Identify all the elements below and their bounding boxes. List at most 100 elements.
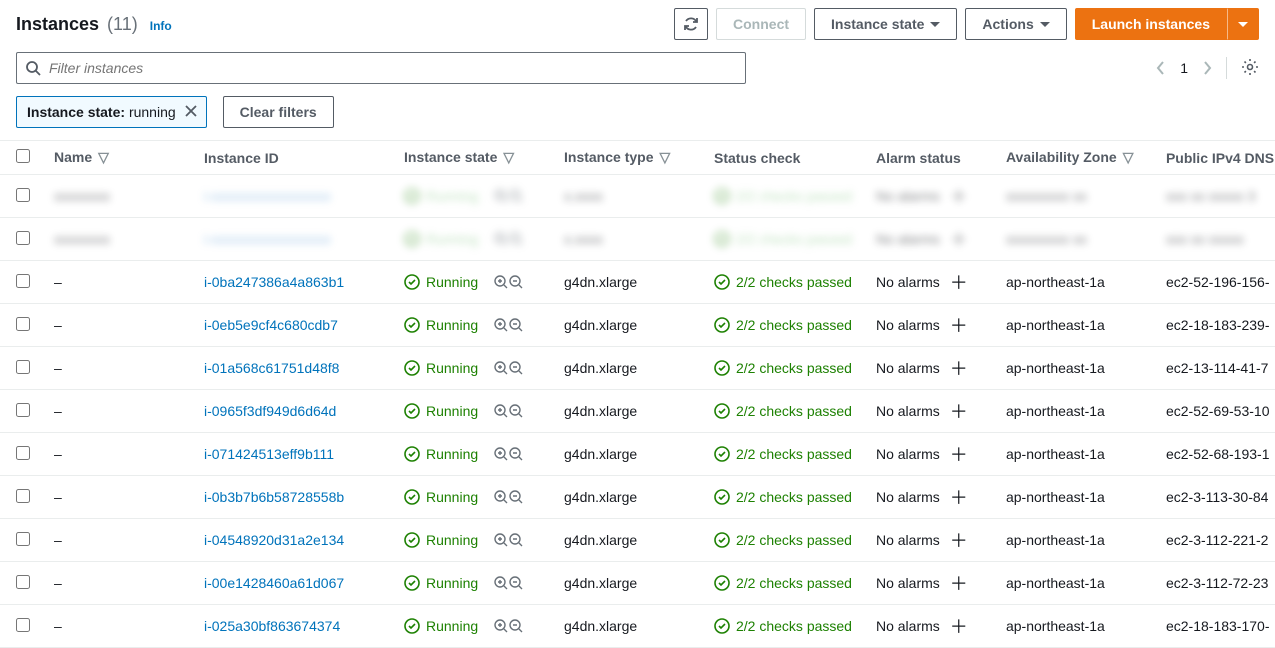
table-row[interactable]: –i-0b3b7b6b58728558bRunningg4dn.xlarge2/… [0,476,1275,519]
remove-filter-button[interactable] [184,104,198,121]
clear-filters-button[interactable]: Clear filters [223,96,334,128]
state-details-icon[interactable] [494,446,524,462]
table-row[interactable]: –i-025a30bf863674374Runningg4dn.xlarge2/… [0,605,1275,648]
state-details-icon[interactable] [494,575,524,591]
status-text: 2/2 checks passed [736,489,852,505]
state-details-icon[interactable] [494,618,524,634]
table-row[interactable]: –i-0965f3df949d6d64dRunningg4dn.xlarge2/… [0,390,1275,433]
settings-button[interactable] [1241,58,1259,79]
state-details-icon[interactable] [494,317,524,333]
table-row[interactable]: –i-0ba247386a4a863b1Runningg4dn.xlarge2/… [0,261,1275,304]
status-check-cell: 2/2 checks passed [714,403,852,419]
search-box[interactable] [16,52,746,84]
add-alarm-button[interactable]: ＋ [950,527,968,553]
add-alarm-button[interactable]: ＋ [950,226,968,252]
instance-id-link[interactable]: i-xxxxxxxxxxxxxxxxx [204,231,331,247]
launch-split-button: Launch instances [1075,8,1259,40]
row-checkbox[interactable] [16,188,30,202]
row-checkbox[interactable] [16,575,30,589]
column-alarm-status[interactable]: Alarm status [864,141,994,175]
add-alarm-button[interactable]: ＋ [950,613,968,639]
status-check-cell: 2/2 checks passed [714,618,852,634]
instance-id-link[interactable]: i-071424513eff9b111 [204,446,334,462]
instance-id-link[interactable]: i-0b3b7b6b58728558b [204,489,344,505]
column-public-dns[interactable]: Public IPv4 DNS [1154,141,1275,175]
row-checkbox[interactable] [16,446,30,460]
info-link[interactable]: Info [150,19,172,33]
refresh-button[interactable] [674,8,708,40]
launch-instances-button[interactable]: Launch instances [1075,8,1227,40]
add-alarm-button[interactable]: ＋ [950,570,968,596]
search-input[interactable] [49,60,737,76]
instances-table-wrapper[interactable]: Name▽ Instance ID Instance state▽ Instan… [0,140,1275,648]
state-details-icon[interactable] [494,274,524,290]
alarm-text: No alarms [876,575,940,591]
row-checkbox[interactable] [16,274,30,288]
public-dns: ec2-52-68-193-1 [1166,446,1270,462]
chevron-right-icon [1202,60,1212,76]
state-text: Running [426,489,478,505]
instance-state-dropdown[interactable]: Instance state [814,8,957,40]
column-instance-id[interactable]: Instance ID [192,141,392,175]
add-alarm-button[interactable]: ＋ [950,269,968,295]
table-row[interactable]: –i-071424513eff9b111Runningg4dn.xlarge2/… [0,433,1275,476]
table-row[interactable]: –i-01a568c61751d48f8Runningg4dn.xlarge2/… [0,347,1275,390]
add-alarm-button[interactable]: ＋ [950,398,968,424]
instance-id-link[interactable]: i-0eb5e9cf4c680cdb7 [204,317,338,333]
instance-id-link[interactable]: i-01a568c61751d48f8 [204,360,339,376]
launch-instances-dropdown[interactable] [1227,8,1259,40]
select-all-checkbox[interactable] [16,149,30,163]
next-page-button[interactable] [1202,60,1212,76]
status-check-cell: 2/2 checks passed [714,360,852,376]
instance-id-link[interactable]: i-025a30bf863674374 [204,618,340,634]
instance-id-link[interactable]: i-0ba247386a4a863b1 [204,274,344,290]
add-alarm-button[interactable]: ＋ [950,441,968,467]
sort-icon: ▽ [659,149,670,166]
status-check-cell: 2/2 checks passed [714,489,852,505]
instance-state-cell: Running [404,575,540,591]
row-checkbox[interactable] [16,231,30,245]
table-row[interactable]: xxxxxxxxi-xxxxxxxxxxxxxxxxxRunningx.xxxx… [0,218,1275,261]
column-instance-type[interactable]: Instance type▽ [552,141,702,175]
instance-id-link[interactable]: i-0965f3df949d6d64d [204,403,336,419]
column-instance-state[interactable]: Instance state▽ [392,141,552,175]
status-text: 2/2 checks passed [736,618,852,634]
status-check-cell: 2/2 checks passed [714,317,852,333]
instance-id-link[interactable]: i-00e1428460a61d067 [204,575,344,591]
column-status-check[interactable]: Status check [702,141,864,175]
row-checkbox[interactable] [16,403,30,417]
row-checkbox[interactable] [16,618,30,632]
instance-id-link[interactable]: i-04548920d31a2e134 [204,532,344,548]
state-details-icon[interactable] [494,403,524,419]
state-details-icon[interactable] [494,489,524,505]
status-text: 2/2 checks passed [736,575,852,591]
table-header-row: Name▽ Instance ID Instance state▽ Instan… [0,141,1275,175]
table-row[interactable]: –i-0eb5e9cf4c680cdb7Runningg4dn.xlarge2/… [0,304,1275,347]
state-details-icon[interactable] [494,188,524,204]
sort-icon: ▽ [1123,149,1134,166]
add-alarm-button[interactable]: ＋ [950,312,968,338]
availability-zone: xxxxxxxxx xx [1006,231,1087,247]
row-checkbox[interactable] [16,489,30,503]
row-checkbox[interactable] [16,317,30,331]
prev-page-button[interactable] [1156,60,1166,76]
add-alarm-button[interactable]: ＋ [950,183,968,209]
table-row[interactable]: xxxxxxxxi-xxxxxxxxxxxxxxxxxRunningx.xxxx… [0,175,1275,218]
state-details-icon[interactable] [494,360,524,376]
instance-type: x.xxxx [564,188,603,204]
instance-id-link[interactable]: i-xxxxxxxxxxxxxxxxx [204,188,331,204]
column-name[interactable]: Name▽ [42,141,192,175]
column-availability-zone[interactable]: Availability Zone▽ [994,141,1154,175]
table-row[interactable]: –i-00e1428460a61d067Runningg4dn.xlarge2/… [0,562,1275,605]
row-checkbox[interactable] [16,532,30,546]
actions-dropdown[interactable]: Actions [965,8,1066,40]
state-details-icon[interactable] [494,532,524,548]
add-alarm-button[interactable]: ＋ [950,484,968,510]
instance-state-cell: Running [404,446,540,462]
public-dns: ec2-3-113-30-84 [1166,489,1268,505]
state-details-icon[interactable] [494,231,524,247]
row-checkbox[interactable] [16,360,30,374]
page-header: Instances (11) Info Connect Instance sta… [0,0,1275,48]
add-alarm-button[interactable]: ＋ [950,355,968,381]
filter-tag-label: Instance state: [27,104,125,120]
